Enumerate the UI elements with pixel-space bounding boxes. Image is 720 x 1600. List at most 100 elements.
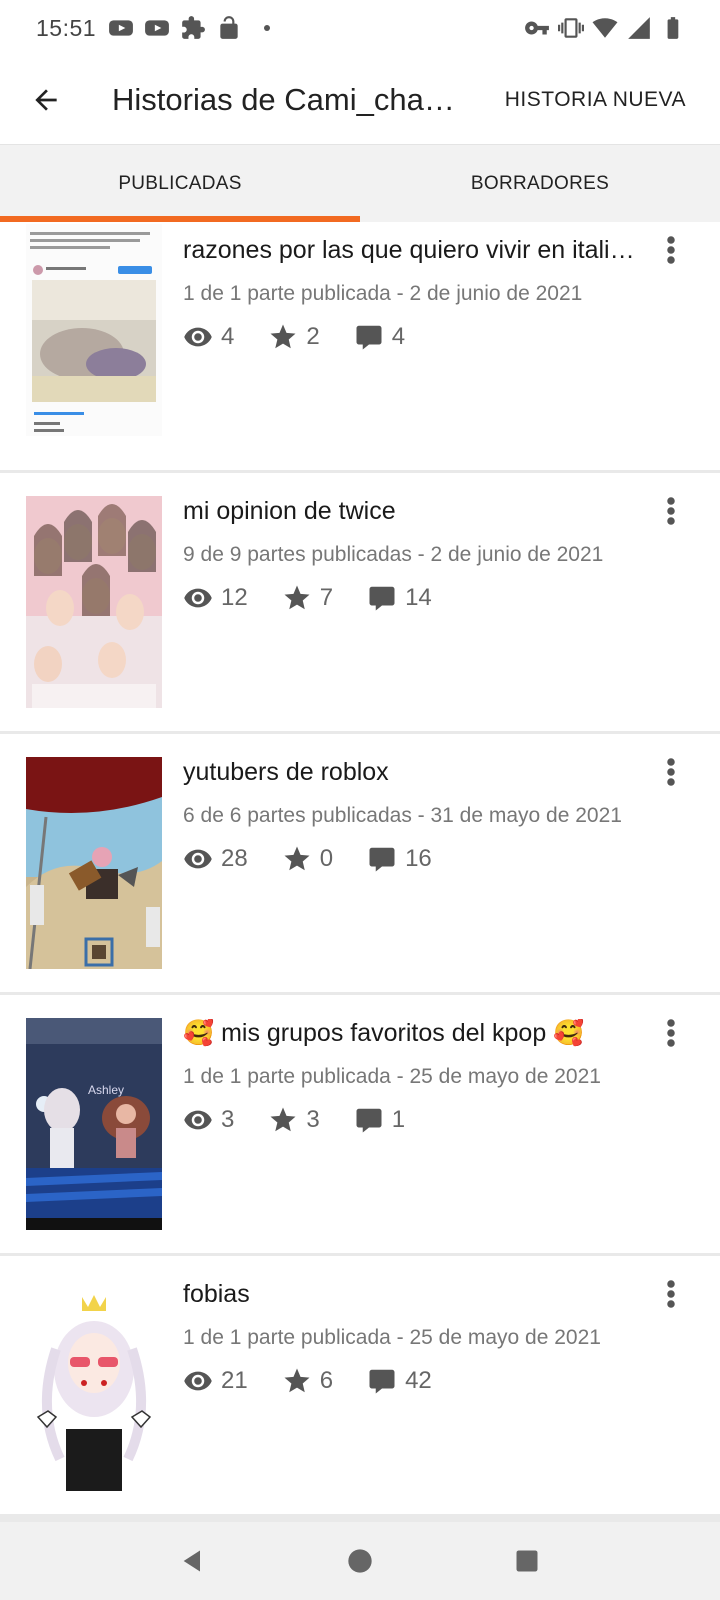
more-vertical-icon [667, 1280, 675, 1308]
more-options-button[interactable] [656, 1274, 686, 1314]
story-cover [26, 496, 162, 708]
votes-count: 7 [319, 584, 334, 611]
star-icon [284, 1368, 310, 1393]
comments-count: 42 [405, 1367, 432, 1394]
story-meta: 1 de 1 parte publicada - 2 de junio de 2… [183, 282, 583, 305]
story-meta: 1 de 1 parte publicada - 25 de mayo de 2… [183, 1065, 601, 1088]
comment-icon [369, 847, 395, 872]
comment-icon [356, 325, 382, 350]
tab-drafts[interactable]: BORRADORES [360, 145, 720, 222]
more-options-button[interactable] [656, 491, 686, 531]
story-stats: 3 3 1 [183, 1105, 439, 1135]
story-meta: 9 de 9 partes publicadas - 2 de junio de… [183, 543, 604, 566]
recents-square-icon [516, 1550, 538, 1572]
eye-icon [184, 849, 212, 869]
story-stats: 28 0 16 [183, 844, 466, 874]
nav-home-button[interactable] [340, 1541, 380, 1581]
more-notifications-dot [264, 25, 271, 31]
tab-bar: PUBLICADAS BORRADORES [0, 144, 720, 222]
more-vertical-icon [667, 758, 675, 786]
system-icons [524, 15, 686, 41]
comments-stat: 1 [354, 1105, 405, 1135]
story-title[interactable]: razones por las que quiero vivir en ital… [183, 236, 653, 265]
story-cover [26, 224, 162, 436]
votes-stat: 6 [282, 1366, 333, 1396]
story-cover [26, 757, 162, 969]
more-options-button[interactable] [656, 230, 686, 270]
comments-stat: 16 [367, 844, 432, 874]
nav-recents-button[interactable] [507, 1541, 547, 1581]
new-story-button[interactable]: HISTORIA NUEVA [505, 88, 686, 112]
comments-count: 14 [405, 584, 432, 611]
page-title: Historias de Cami_cha… [112, 82, 455, 117]
votes-stat: 2 [268, 322, 320, 352]
views-count: 21 [221, 1367, 248, 1394]
votes-count: 6 [319, 1367, 334, 1394]
story-title[interactable]: yutubers de roblox [183, 758, 653, 787]
views-stat: 28 [183, 844, 248, 874]
story-item[interactable]: fobias 1 de 1 parte publicada - 25 de ma… [0, 1256, 720, 1514]
comments-count: 16 [405, 845, 432, 872]
views-stat: 4 [183, 322, 234, 352]
comments-stat: 42 [367, 1366, 432, 1396]
story-title[interactable]: 🥰 mis grupos favoritos del kpop 🥰 [183, 1019, 653, 1048]
youtube-icon [108, 15, 134, 41]
lock-open-icon [216, 15, 242, 41]
views-count: 28 [221, 845, 248, 872]
battery-icon [660, 15, 686, 41]
star-icon [270, 324, 296, 349]
notification-icons [108, 15, 271, 41]
more-options-button[interactable] [656, 752, 686, 792]
comments-count: 1 [391, 1106, 406, 1133]
svg-text:Ashley: Ashley [88, 1083, 124, 1097]
system-nav-bar [0, 1522, 720, 1600]
arrow-back-icon [35, 89, 57, 111]
wifi-icon [592, 15, 618, 41]
comment-icon [369, 586, 395, 611]
comment-icon [356, 1108, 382, 1133]
tab-published[interactable]: PUBLICADAS [0, 145, 360, 222]
eye-icon [184, 1110, 212, 1130]
eye-icon [184, 1371, 212, 1391]
story-title[interactable]: fobias [183, 1280, 653, 1309]
votes-count: 3 [306, 1106, 320, 1133]
more-vertical-icon [667, 497, 675, 525]
home-circle-icon [348, 1549, 372, 1573]
story-cover [26, 1279, 162, 1491]
more-vertical-icon [667, 236, 675, 264]
back-button[interactable] [18, 72, 74, 128]
story-title[interactable]: mi opinion de twice [183, 497, 653, 526]
more-options-button[interactable] [656, 1013, 686, 1053]
views-stat: 3 [183, 1105, 234, 1135]
comments-stat: 4 [354, 322, 405, 352]
views-stat: 21 [183, 1366, 248, 1396]
story-item[interactable]: razones por las que quiero vivir en ital… [0, 222, 720, 470]
star-icon [284, 585, 310, 610]
puzzle-icon [180, 15, 206, 41]
story-item[interactable]: Ashley 🥰 mis grupos favoritos del kpop 🥰… [0, 995, 720, 1253]
nav-back-button[interactable] [173, 1541, 213, 1581]
votes-stat: 7 [282, 583, 333, 613]
comment-icon [369, 1369, 395, 1394]
story-item[interactable]: mi opinion de twice 9 de 9 partes public… [0, 473, 720, 731]
youtube-icon [144, 15, 170, 41]
votes-count: 0 [319, 845, 334, 872]
views-count: 4 [221, 323, 235, 350]
eye-icon [184, 588, 212, 608]
views-count: 3 [221, 1106, 235, 1133]
app-bar: Historias de Cami_cha… HISTORIA NUEVA [0, 56, 720, 144]
story-list: razones por las que quiero vivir en ital… [0, 222, 720, 1522]
comments-stat: 14 [367, 583, 432, 613]
back-triangle-icon [183, 1550, 201, 1572]
star-icon [284, 846, 310, 871]
story-item[interactable]: yutubers de roblox 6 de 6 partes publica… [0, 734, 720, 992]
eye-icon [184, 327, 212, 347]
status-time: 15:51 [36, 14, 97, 41]
signal-icon [626, 15, 652, 41]
views-count: 12 [221, 584, 248, 611]
story-stats: 21 6 42 [183, 1366, 466, 1396]
key-icon [524, 15, 550, 41]
more-vertical-icon [667, 1019, 675, 1047]
comments-count: 4 [391, 323, 406, 350]
star-icon [270, 1107, 296, 1132]
